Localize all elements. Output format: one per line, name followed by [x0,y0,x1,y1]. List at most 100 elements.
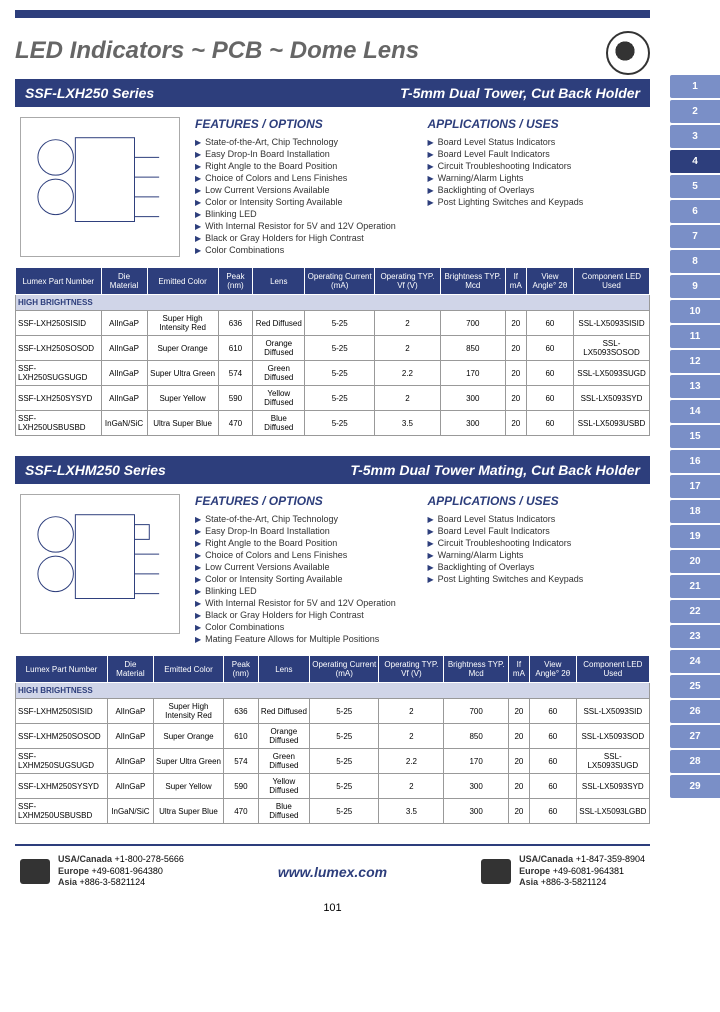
table-row: SSF-LXH250SYSYDAlInGaPSuper Yellow590Yel… [16,386,650,411]
section-label: HIGH BRIGHTNESS [16,683,650,699]
page-tab-10[interactable]: 10 [670,300,720,323]
table-header: Component LED Used [573,268,649,295]
table-cell: 2 [375,386,441,411]
table-cell: 60 [529,749,576,774]
table-cell: 636 [218,311,253,336]
table-cell: Ultra Super Blue [153,799,223,824]
bullet-item: Color or Intensity Sorting Available [195,573,413,585]
page-tab-3[interactable]: 3 [670,125,720,148]
page-tab-25[interactable]: 25 [670,675,720,698]
fax-icon [481,859,511,884]
table-header: View Angle° 2θ [526,268,573,295]
page-tab-19[interactable]: 19 [670,525,720,548]
footer-fax-right: USA/Canada +1-847-359-8904 Europe +49-60… [481,854,645,889]
bullet-item: Warning/Alarm Lights [428,172,646,184]
footer-phone-left: USA/Canada +1-800-278-5666 Europe +49-60… [20,854,184,889]
bullet-item: With Internal Resistor for 5V and 12V Op… [195,597,413,609]
table-cell: 20 [508,774,529,799]
page-tab-28[interactable]: 28 [670,750,720,773]
bullet-item: Board Level Fault Indicators [428,525,646,537]
table-cell: 2 [379,724,444,749]
table-header: Peak (nm) [224,656,258,683]
table-row: SSF-LXHM250SOSODAlInGaPSuper Orange610Or… [16,724,650,749]
bullet-item: Low Current Versions Available [195,184,413,196]
page-tab-6[interactable]: 6 [670,200,720,223]
page-tab-14[interactable]: 14 [670,400,720,423]
table-cell: 2.2 [379,749,444,774]
table-header: Emitted Color [147,268,218,295]
table-header: Component LED Used [576,656,649,683]
table-header: Operating Current (mA) [310,656,379,683]
table-cell: 5-25 [305,311,375,336]
table-row: SSF-LXHM250SUGSUGDAlInGaPSuper Ultra Gre… [16,749,650,774]
table-cell: 60 [526,386,573,411]
series2-apps: APPLICATIONS / USES Board Level Status I… [428,494,646,645]
page-tab-17[interactable]: 17 [670,475,720,498]
page-footer: USA/Canada +1-800-278-5666 Europe +49-60… [15,844,650,897]
table-header: View Angle° 2θ [529,656,576,683]
table-cell: SSF-LXH250SISID [16,311,102,336]
table-cell: SSF-LXHM250USBUSBD [16,799,108,824]
page-tab-29[interactable]: 29 [670,775,720,798]
table-cell: Super Ultra Green [147,361,218,386]
table-cell: 3.5 [375,411,441,436]
page-tab-16[interactable]: 16 [670,450,720,473]
bullet-item: Circuit Troubleshooting Indicators [428,160,646,172]
page-tab-12[interactable]: 12 [670,350,720,373]
bullet-item: Backlighting of Overlays [428,184,646,196]
bullet-item: Board Level Status Indicators [428,513,646,525]
table-cell: 2 [375,311,441,336]
table-cell: 610 [218,336,253,361]
bullet-item: Post Lighting Switches and Keypads [428,196,646,208]
series2-subtitle: T-5mm Dual Tower Mating, Cut Back Holder [350,462,640,478]
website-link[interactable]: www.lumex.com [184,864,481,880]
bullet-item: Low Current Versions Available [195,561,413,573]
table-cell: 20 [505,336,526,361]
table-cell: 60 [529,799,576,824]
series1-content: FEATURES / OPTIONS State-of-the-Art, Chi… [15,107,650,267]
table-header: Operating TYP. Vf (V) [379,656,444,683]
page-tab-21[interactable]: 21 [670,575,720,598]
bullet-item: Color Combinations [195,621,413,633]
page-tab-27[interactable]: 27 [670,725,720,748]
page-tab-18[interactable]: 18 [670,500,720,523]
bullet-item: Right Angle to the Board Position [195,537,413,549]
page-tab-2[interactable]: 2 [670,100,720,123]
page-tab-23[interactable]: 23 [670,625,720,648]
page-tab-5[interactable]: 5 [670,175,720,198]
table-cell: 60 [529,774,576,799]
table-cell: SSF-LXH250SYSYD [16,386,102,411]
page-tab-15[interactable]: 15 [670,425,720,448]
features-title: FEATURES / OPTIONS [195,494,413,508]
page-tab-22[interactable]: 22 [670,600,720,623]
table-cell: 170 [440,361,505,386]
table-cell: 20 [508,749,529,774]
table-header: Brightness TYP. Mcd [444,656,509,683]
page-tab-24[interactable]: 24 [670,650,720,673]
apps-title: APPLICATIONS / USES [428,494,646,508]
page-tab-13[interactable]: 13 [670,375,720,398]
table-header: If mA [505,268,526,295]
bullet-item: State-of-the-Art, Chip Technology [195,513,413,525]
page-tab-20[interactable]: 20 [670,550,720,573]
table-cell: SSL-LX5093SUGD [576,749,649,774]
page-tab-8[interactable]: 8 [670,250,720,273]
table-cell: Orange Diffused [253,336,305,361]
table-cell: 2 [379,774,444,799]
table-cell: Super Yellow [147,386,218,411]
table-cell: 300 [444,799,509,824]
page-tab-1[interactable]: 1 [670,75,720,98]
page-tab-26[interactable]: 26 [670,700,720,723]
table-header: Brightness TYP. Mcd [440,268,505,295]
series1-subtitle: T-5mm Dual Tower, Cut Back Holder [400,85,640,101]
page-tab-4[interactable]: 4 [670,150,720,173]
table-cell: 300 [440,411,505,436]
page-tab-11[interactable]: 11 [670,325,720,348]
page-tab-9[interactable]: 9 [670,275,720,298]
page-tab-7[interactable]: 7 [670,225,720,248]
page-title: LED Indicators ~ PCB ~ Dome Lens [15,37,419,65]
table-cell: InGaN/SiC [107,799,153,824]
table-cell: 574 [224,749,258,774]
bullet-item: Choice of Colors and Lens Finishes [195,172,413,184]
table-header: Peak (nm) [218,268,253,295]
